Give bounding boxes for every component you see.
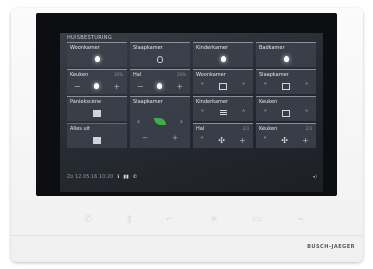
fan-icon: ✣ xyxy=(281,135,288,145)
chevron-down-icon[interactable]: ˅ xyxy=(263,136,267,145)
tile-label: Woonkamer xyxy=(70,45,100,51)
scene-icon xyxy=(93,136,101,144)
chevron-up-icon[interactable]: ˄ xyxy=(305,82,309,91)
tile-label: Kinderkamer xyxy=(196,45,229,51)
blinds-icon xyxy=(281,82,290,90)
key-icon[interactable]: ⚷ xyxy=(121,213,137,225)
light-switch-icon[interactable]: ⌐ xyxy=(162,213,178,225)
plus-icon[interactable]: + xyxy=(113,82,120,91)
tile-keuken-dimmer[interactable]: Keuken 30% − + xyxy=(67,69,127,94)
chevron-down-icon[interactable]: ˅ xyxy=(263,82,267,91)
blinds-icon xyxy=(219,110,227,116)
chevron-down-icon[interactable]: ˅ xyxy=(201,109,205,118)
tile-label: Paniekscène xyxy=(70,99,102,105)
tile-value: 2/3 xyxy=(305,126,312,131)
blinds-icon xyxy=(281,109,290,117)
plus-icon[interactable]: + xyxy=(172,134,178,142)
tile-slaapkamer-blinds[interactable]: Slaapkamer ˅ ˄ xyxy=(256,69,316,94)
sun-icon[interactable]: ☀ xyxy=(206,213,222,225)
minus-icon[interactable]: − xyxy=(137,82,144,91)
touch-screen: HUISBESTURING Woonkamer Slaapkamer Kinde… xyxy=(60,33,323,192)
tile-panic-scene[interactable]: Paniekscène xyxy=(67,96,127,121)
tile-all-off-scene[interactable]: Alles uit xyxy=(67,123,127,148)
tile-woonkamer-light[interactable]: Woonkamer xyxy=(67,42,127,67)
tile-kinderkamer-light[interactable]: Kinderkamer xyxy=(193,42,253,67)
chevron-up-icon[interactable]: ˄ xyxy=(305,109,309,118)
screen-icon[interactable]: ▭ xyxy=(249,213,265,225)
tile-hal-fan[interactable]: Hal 2/3 ˅ ✣ + xyxy=(193,123,253,148)
leaf-icon xyxy=(153,117,166,125)
light-bulb-off-icon xyxy=(157,55,163,63)
tile-label: Slaapkamer xyxy=(133,45,163,51)
plus-icon[interactable]: + xyxy=(176,82,183,91)
light-bulb-icon xyxy=(94,83,100,89)
chevron-down-icon[interactable]: ˅ xyxy=(200,82,204,91)
light-bulb-icon xyxy=(94,56,100,62)
tile-value: 30% xyxy=(114,72,123,77)
plus-icon[interactable]: + xyxy=(302,136,309,145)
info-icon[interactable]: ℹ xyxy=(117,174,119,180)
tile-label: Keuken xyxy=(259,126,278,132)
tile-label: Keuken xyxy=(70,72,89,78)
divider xyxy=(11,235,363,236)
tile-value: 2/3 xyxy=(242,126,249,131)
tile-label: Hal xyxy=(196,126,205,132)
tile-label: Kinderkamer xyxy=(196,99,229,105)
blinds-icon xyxy=(218,82,227,90)
screen-title: HUISBESTURING xyxy=(67,35,113,41)
tile-label: Alles uit xyxy=(70,126,90,132)
minus-icon[interactable]: − xyxy=(142,134,148,142)
chevron-left-icon[interactable]: ‹ xyxy=(137,117,140,126)
tile-label: Hal xyxy=(133,72,142,78)
scene-icon xyxy=(93,109,101,117)
tile-label: Woonkamer xyxy=(196,72,226,78)
tile-badkamer-light[interactable]: Badkamer xyxy=(256,42,316,67)
tile-keuken-fan[interactable]: Keuken 2/3 ˅ ✣ + xyxy=(256,123,316,148)
plus-icon[interactable]: + xyxy=(239,136,246,145)
chevron-down-icon[interactable]: ˅ xyxy=(263,109,267,118)
tile-woonkamer-blinds[interactable]: Woonkamer ˅ ˄ xyxy=(193,69,253,94)
volume-icon[interactable]: ◂) xyxy=(313,174,317,180)
tile-label: Keuken xyxy=(259,99,278,105)
status-bar: Zo 12.05.16 10:20 ℹ ▮▮ ✆ xyxy=(67,174,137,180)
chevron-up-icon[interactable]: ˄ xyxy=(242,109,246,118)
tile-slaapkamer-light[interactable]: Slaapkamer xyxy=(130,42,190,67)
phone-icon[interactable]: ✆ xyxy=(133,174,137,180)
tile-label: Slaapkamer xyxy=(133,99,163,105)
chevron-up-icon[interactable]: ˄ xyxy=(242,82,246,91)
tile-label: Slaapkamer xyxy=(259,72,289,78)
door-icon[interactable]: ▮▮ xyxy=(123,174,129,180)
chevron-right-icon[interactable]: › xyxy=(180,117,183,126)
minus-icon[interactable]: − xyxy=(74,82,81,91)
chevron-down-icon[interactable]: ˅ xyxy=(200,136,204,145)
status-datetime: Zo 12.05.16 10:20 xyxy=(67,174,114,180)
phone-icon[interactable]: ✆ xyxy=(80,213,96,225)
light-bulb-icon xyxy=(157,83,163,89)
tile-keuken-blinds[interactable]: Keuken ˅ ˄ xyxy=(256,96,316,121)
fan-icon: ✣ xyxy=(218,135,225,145)
light-bulb-icon xyxy=(220,56,226,62)
mic-icon[interactable]: ⌁ xyxy=(293,213,309,225)
light-bulb-icon xyxy=(283,56,289,62)
tile-slaapkamer-climate[interactable]: Slaapkamer ‹ › − + xyxy=(130,96,190,148)
tile-hal-dimmer[interactable]: Hal 20% − + xyxy=(130,69,190,94)
brand-label: BUSCH-JAEGER xyxy=(307,244,355,250)
tile-label: Badkamer xyxy=(259,45,285,51)
tile-value: 20% xyxy=(177,72,186,77)
tile-kinderkamer-blinds[interactable]: Kinderkamer ˅ ˄ xyxy=(193,96,253,121)
